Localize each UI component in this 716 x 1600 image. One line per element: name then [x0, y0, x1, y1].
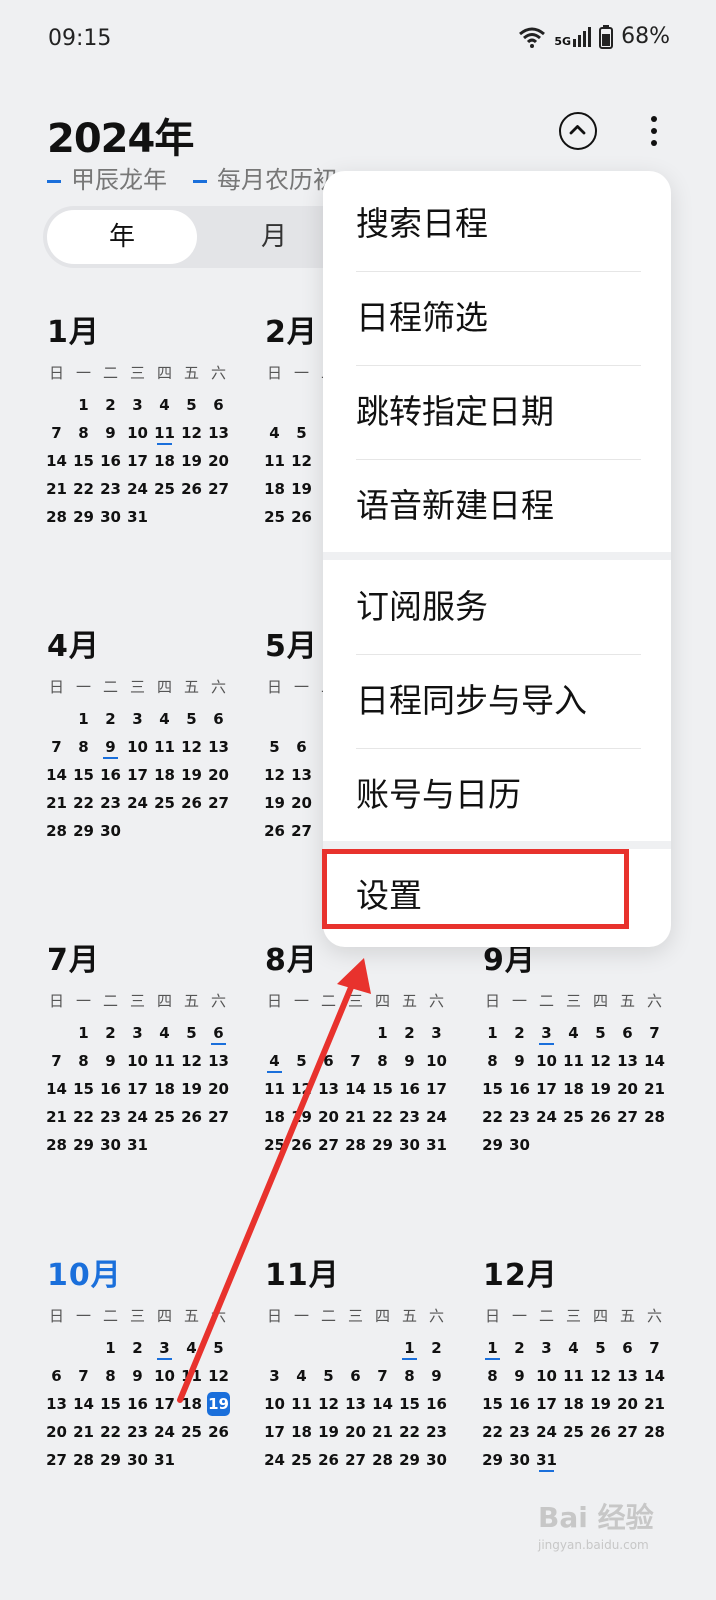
watermark-url: jingyan.baidu.com: [538, 1538, 649, 1552]
annotation-arrow: [177, 958, 371, 1403]
watermark: Bai 经验 jingyan.baidu.com: [538, 1496, 654, 1552]
watermark-text: Bai 经验: [538, 1501, 654, 1534]
